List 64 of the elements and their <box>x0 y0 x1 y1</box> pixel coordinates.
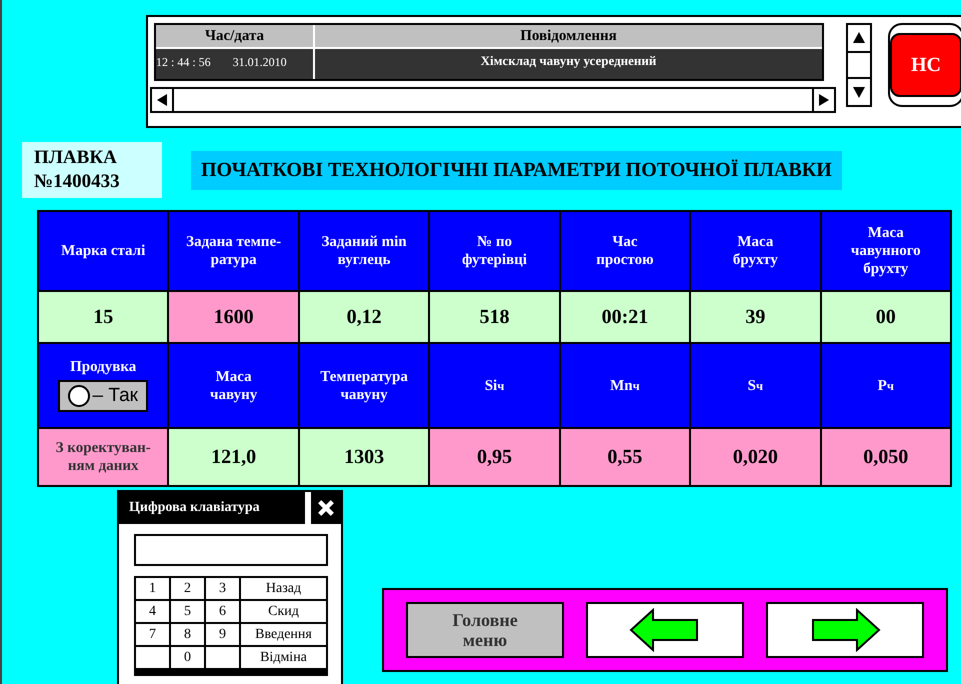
value-cell[interactable]: 00:21 <box>560 292 690 342</box>
close-icon <box>317 498 335 518</box>
right-triangle-icon <box>817 93 831 107</box>
keypad-key[interactable]: 6 <box>206 601 239 622</box>
keypad-key[interactable]: Відміна <box>241 647 326 668</box>
value-cell[interactable]: 39 <box>691 292 820 342</box>
keypad-key[interactable]: 0 <box>171 647 204 668</box>
vertical-scrollbar[interactable] <box>846 23 872 107</box>
heat-number: ПЛАВКА №1400433 <box>22 142 162 198</box>
note-cell: З коректуван- ням даних <box>39 429 168 485</box>
header-cell: Час простою <box>560 212 690 290</box>
blank-key <box>206 647 239 668</box>
option-label: – Так <box>92 385 138 407</box>
keypad-key[interactable]: 1 <box>136 578 169 599</box>
left-triangle-icon <box>155 93 169 107</box>
main-menu-button[interactable]: Головне меню <box>406 602 564 658</box>
value-cell[interactable]: 0,020 <box>691 429 820 485</box>
down-triangle-icon <box>852 85 866 99</box>
radio-indicator[interactable] <box>68 385 90 407</box>
input-field[interactable] <box>134 534 328 566</box>
value-cell[interactable]: 121,0 <box>169 429 298 485</box>
value-cell[interactable]: 00 <box>822 292 950 342</box>
value-cell[interactable]: 0,55 <box>560 429 690 485</box>
value-cell[interactable]: 1303 <box>300 429 428 485</box>
time-text: 12 : 44 : 56 <box>156 55 211 70</box>
header-cell: Маса чавунного брухту <box>822 212 950 290</box>
forward-button[interactable] <box>766 602 924 658</box>
keypad-key[interactable]: 5 <box>171 601 204 622</box>
value-cell[interactable]: 15 <box>39 292 168 342</box>
horizontal-scrollbar[interactable] <box>150 87 836 113</box>
keypad-key[interactable]: 4 <box>136 601 169 622</box>
blowing-toggle[interactable]: – Так <box>58 380 148 412</box>
blowing-label: Продувка <box>70 359 136 376</box>
header-cell: Маса брухту <box>691 212 820 290</box>
keypad-key[interactable]: 9 <box>206 624 239 645</box>
date-text: 31.01.2010 <box>232 55 287 70</box>
keypad-key[interactable]: 2 <box>171 578 204 599</box>
header-cell: Задана темпе- ратура <box>169 212 298 290</box>
column-header: Повідомлення <box>315 25 822 47</box>
column-header: Час/дата <box>156 25 313 47</box>
value-cell[interactable]: 0,95 <box>430 429 559 485</box>
screen-title: ПОЧАТКОВІ ТЕХНОЛОГІЧНІ ПАРАМЕТРИ ПОТОЧНОЇ ПЛАВКИ <box>191 151 842 190</box>
right-arrow-icon <box>809 608 881 652</box>
value-cell[interactable]: 0,12 <box>300 292 428 342</box>
value-cell[interactable]: 1600 <box>169 292 298 342</box>
keypad-key[interactable]: Скид <box>241 601 326 622</box>
keypad-key[interactable]: 7 <box>136 624 169 645</box>
back-button[interactable] <box>586 602 744 658</box>
keypad-key[interactable]: Назад <box>241 578 326 599</box>
value-cell[interactable]: 518 <box>430 292 559 342</box>
header-cell: Марка сталі <box>39 212 168 290</box>
alarm-button[interactable]: НС <box>890 33 961 97</box>
message-cell: Хімсклад чавуну усереднений <box>315 49 822 79</box>
value-cell[interactable]: 0,050 <box>822 429 950 485</box>
left-arrow-icon <box>629 608 701 652</box>
up-triangle-icon <box>852 31 866 45</box>
header-cell: № по футерівці <box>430 212 559 290</box>
keypad-key[interactable]: 8 <box>171 624 204 645</box>
keypad-key[interactable]: 3 <box>206 578 239 599</box>
header-cell: Температура чавуну <box>300 344 428 427</box>
header-cell: Маса чавуну <box>169 344 298 427</box>
blank-key <box>136 647 169 668</box>
header-cell: Заданий min вуглець <box>300 212 428 290</box>
keypad-key[interactable]: Введення <box>241 624 326 645</box>
